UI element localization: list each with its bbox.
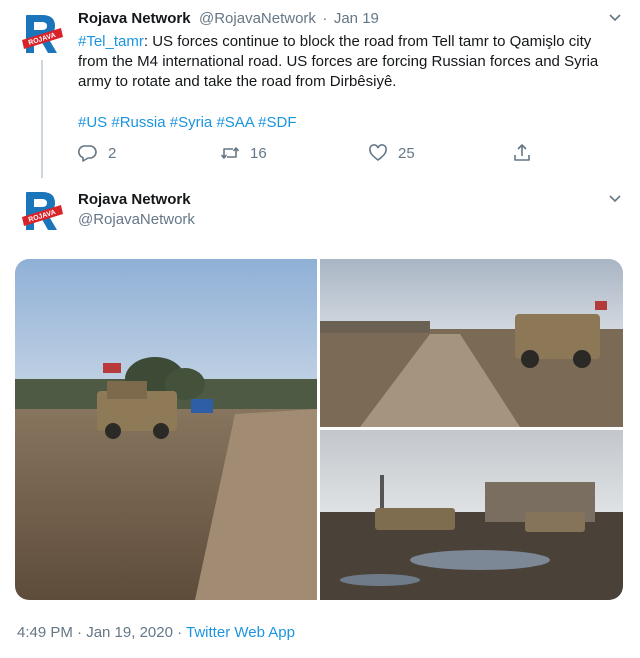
author-handle[interactable]: @RojavaNetwork [199,10,316,27]
hashtag-link[interactable]: #Russia [111,114,165,131]
chevron-down-icon [609,14,621,22]
rojava-logo-icon: ROJAVA [22,192,63,230]
author-handle[interactable]: @RojavaNetwork [78,211,195,228]
avatar[interactable]: ROJAVA [17,187,66,236]
tweet-menu[interactable] [607,9,623,28]
like-count: 25 [398,144,415,162]
author-name[interactable]: Rojava Network [78,10,191,27]
footer-separator: · [177,624,183,641]
avatar[interactable]: ROJAVA [17,10,66,59]
hashtag-link[interactable]: #SAA [216,114,254,131]
photo-image [320,259,623,427]
tweet-header: Rojava Network @RojavaNetwork · Jan 19 [78,10,379,28]
photo-image [15,259,317,600]
photo-checkpoint-town[interactable] [320,430,623,600]
reply-icon [78,145,97,162]
like-icon [369,144,387,162]
chevron-down-icon [609,195,621,203]
thread-connector-line [41,60,43,178]
author-block: Rojava Network @RojavaNetwork [78,191,195,228]
tweet-footer: 4:49 PM · Jan 19, 2020 · Twitter Web App [17,624,295,641]
retweet-button[interactable]: 16 [220,143,267,163]
header-separator: · [322,10,328,27]
hashtag-link[interactable]: #US [78,114,107,131]
hashtag-link[interactable]: #Syria [170,114,213,131]
retweet-icon [220,147,240,159]
share-icon [514,144,530,161]
tweet-body: #Tel_tamr: US forces continue to block t… [78,32,623,92]
tweet-timestamp[interactable]: 4:49 PM · Jan 19, 2020 [17,624,173,641]
media-grid [15,259,623,600]
author-name[interactable]: Rojava Network [78,191,195,208]
tweet-date[interactable]: Jan 19 [334,10,379,27]
rojava-logo-icon: ROJAVA [22,15,63,53]
tweet-body-text: : US forces continue to block the road f… [78,33,599,90]
photo-armored-vehicle[interactable] [320,259,623,427]
retweet-count: 16 [250,144,267,162]
tweet-menu[interactable] [607,190,623,209]
hashtag-row: #US #Russia #Syria #SAA #SDF [78,113,296,133]
tweet-source-link[interactable]: Twitter Web App [186,624,295,641]
hashtag-link[interactable]: #Tel_tamr [78,33,144,50]
hashtag-link[interactable]: #SDF [258,114,296,131]
photo-image [320,430,623,600]
like-button[interactable]: 25 [368,143,415,163]
photo-convoy-road[interactable] [15,259,317,600]
reply-count: 2 [108,144,117,162]
share-button[interactable] [512,143,532,163]
reply-button[interactable]: 2 [78,143,116,163]
